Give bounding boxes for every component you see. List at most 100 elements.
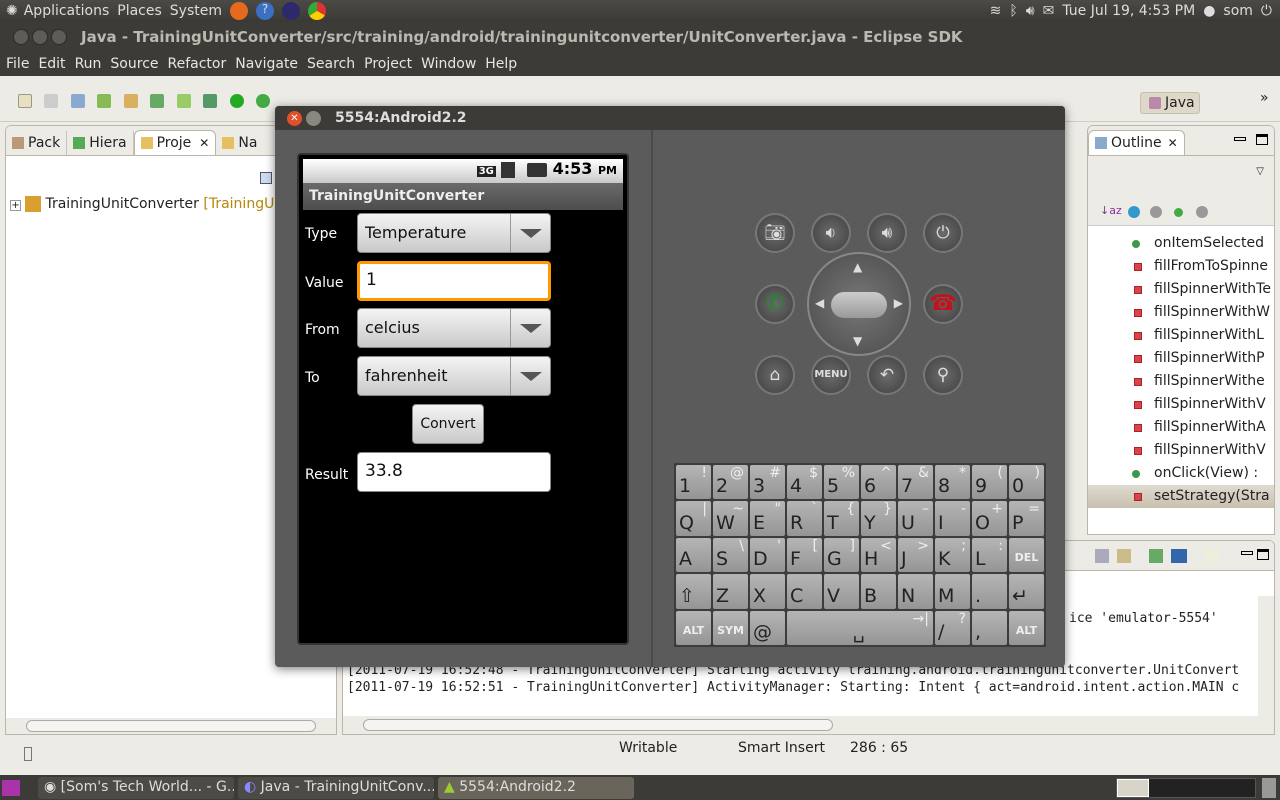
menu-run[interactable]: Run [75, 56, 102, 72]
bluetooth-icon[interactable]: ᛒ [1009, 3, 1017, 19]
power-button[interactable]: ⏻ [923, 213, 963, 253]
key-sym[interactable]: SYM [713, 610, 748, 645]
show-desktop-icon[interactable] [2, 780, 20, 796]
key-h[interactable]: H < [861, 537, 896, 573]
tab-outline[interactable]: Outline ✕ [1088, 130, 1185, 155]
key-b[interactable]: B [861, 574, 896, 609]
key-@[interactable]: @ [750, 610, 785, 645]
collapse-all-icon[interactable] [260, 172, 272, 184]
key-l[interactable]: L: [972, 537, 1007, 573]
minimize-icon[interactable] [1234, 137, 1246, 141]
key-6[interactable]: 6 ^ [861, 465, 896, 500]
dpad-right-icon[interactable]: ▶ [894, 296, 903, 310]
perspective-java[interactable]: Java [1140, 92, 1200, 114]
volume-down-button[interactable]: 🔉︎ [811, 213, 851, 253]
more-perspectives[interactable]: » [1260, 90, 1269, 106]
phone-screen[interactable]: 3G 4:53 PM TrainingUnitConverter Type Te… [297, 153, 629, 645]
back-button[interactable]: ↶ [867, 355, 907, 395]
key-v[interactable]: V [824, 574, 859, 609]
menu-refactor[interactable]: Refactor [168, 56, 227, 72]
key-e[interactable]: E " [750, 501, 785, 536]
firefox-icon[interactable] [230, 2, 248, 20]
menu-search[interactable]: Search [307, 56, 355, 72]
result-field[interactable]: 33.8 [357, 452, 551, 492]
display-console-icon[interactable] [1171, 549, 1187, 563]
maximize-icon[interactable] [1257, 549, 1269, 560]
key-m[interactable]: M [935, 574, 970, 609]
outline-item[interactable]: fillSpinnerWithP [1088, 347, 1274, 370]
key-w[interactable]: W ~ [713, 501, 748, 536]
key-/[interactable]: /? [935, 610, 970, 645]
outline-item[interactable]: onItemSelected [1088, 232, 1274, 255]
hide-nonpublic-icon[interactable] [1174, 208, 1183, 217]
convert-button[interactable]: Convert [412, 404, 484, 444]
close-tab-icon[interactable]: ✕ [199, 136, 209, 150]
key-x[interactable]: X [750, 574, 785, 609]
taskbar-item-emulator[interactable]: ▲ 5554:Android2.2 [438, 777, 634, 799]
key-y[interactable]: Y} [861, 501, 896, 536]
power-icon[interactable]: ⏻ [1261, 3, 1272, 19]
key-0[interactable]: 0) [1009, 465, 1044, 500]
key-u[interactable]: U – [898, 501, 933, 536]
key-1[interactable]: 1! [676, 465, 711, 500]
key-3[interactable]: 3 # [750, 465, 785, 500]
clock[interactable]: Tue Jul 19, 4:53 PM [1062, 3, 1195, 19]
key-,[interactable]: , [972, 610, 1007, 645]
menu-project[interactable]: Project [364, 56, 412, 72]
key-del[interactable]: DEL [1009, 537, 1044, 573]
key-9[interactable]: 9( [972, 465, 1007, 500]
menu-places[interactable]: Places [117, 3, 162, 19]
dpad-center-button[interactable] [831, 292, 887, 318]
hide-local-types-icon[interactable] [1196, 206, 1208, 218]
hide-static-icon[interactable] [1150, 206, 1162, 218]
taskbar-item-eclipse[interactable]: ◐ Java - TrainingUnitConv... [238, 777, 434, 799]
key-5[interactable]: 5% [824, 465, 859, 500]
key-r[interactable]: R ` [787, 501, 822, 536]
key-n[interactable]: N [898, 574, 933, 609]
value-input[interactable]: 1 [357, 261, 551, 301]
run-icon[interactable] [229, 94, 244, 108]
menu-source[interactable]: Source [110, 56, 158, 72]
android-sdk-icon[interactable] [97, 94, 112, 108]
eclipse-icon[interactable] [282, 2, 300, 20]
dpad[interactable]: ▲ ▼ ◀ ▶ [807, 252, 911, 356]
outline-item[interactable]: fillSpinnerWithW [1088, 301, 1274, 324]
key-f[interactable]: F[ [787, 537, 822, 573]
key-alt[interactable]: ALT [1009, 610, 1044, 645]
volume-icon[interactable]: 🔊︎ [1026, 3, 1035, 19]
key-c[interactable]: C [787, 574, 822, 609]
new-project-icon[interactable] [123, 94, 138, 108]
minimize-emulator-button[interactable] [306, 110, 321, 126]
outline-item[interactable]: fillFromToSpinne [1088, 255, 1274, 278]
workspace-switcher[interactable] [1116, 778, 1256, 798]
external-tools-icon[interactable] [256, 94, 271, 108]
key-o[interactable]: O + [972, 501, 1007, 536]
open-console-icon[interactable] [1205, 549, 1219, 563]
menu-navigate[interactable]: Navigate [235, 56, 298, 72]
camera-button[interactable]: 📷︎ [755, 213, 795, 253]
key-2[interactable]: 2 @ [713, 465, 748, 500]
print-icon[interactable] [70, 94, 85, 108]
key-⇧[interactable]: ⇧ [676, 574, 711, 609]
tab-hierarchy[interactable]: Hiera [67, 131, 134, 155]
dpad-left-icon[interactable]: ◀ [815, 296, 824, 310]
menu-file[interactable]: File [6, 56, 29, 72]
volume-up-button[interactable]: 🔊︎ [867, 213, 907, 253]
user-name[interactable]: som [1223, 3, 1253, 19]
tab-package-explorer[interactable]: Pack [6, 131, 68, 155]
menu-window[interactable]: Window [421, 56, 476, 72]
menu-help[interactable]: Help [485, 56, 517, 72]
call-button[interactable]: ✆ [755, 284, 795, 324]
outline-item[interactable]: fillSpinnerWithe [1088, 370, 1274, 393]
outline-item[interactable]: fillSpinnerWithV [1088, 393, 1274, 416]
minimize-window-button[interactable] [32, 29, 48, 45]
key-↵[interactable]: ↵ [1009, 574, 1044, 609]
scroll-lock-icon[interactable] [1117, 549, 1131, 563]
save-icon[interactable] [44, 94, 59, 108]
key-8[interactable]: 8 * [935, 465, 970, 500]
menu-edit[interactable]: Edit [38, 56, 65, 72]
outline-item[interactable]: fillSpinnerWithA [1088, 416, 1274, 439]
key-t[interactable]: T{ [824, 501, 859, 536]
new-android-icon[interactable] [176, 94, 191, 108]
tab-project-explorer[interactable]: Proje ✕ [133, 130, 217, 155]
